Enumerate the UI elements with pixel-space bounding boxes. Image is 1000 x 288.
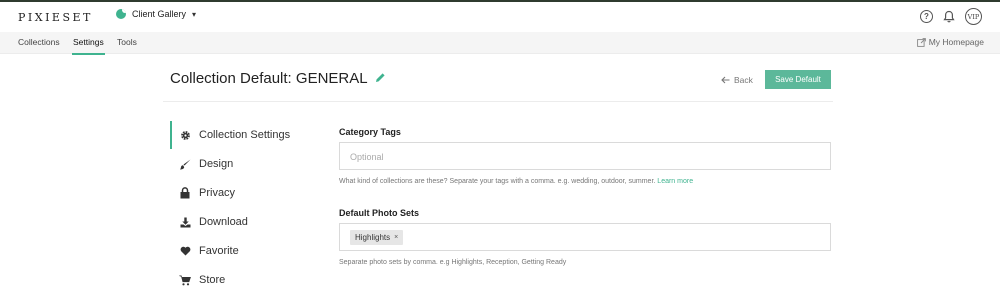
- save-default-button[interactable]: Save Default: [765, 70, 831, 89]
- sidebar-item-download[interactable]: Download: [170, 208, 310, 236]
- category-tags-help: What kind of collections are these? Sepa…: [339, 178, 693, 185]
- heart-icon: [179, 246, 191, 256]
- sub-navigation: Collections Settings Tools My Homepage: [0, 32, 1000, 55]
- help-icon[interactable]: ?: [920, 10, 933, 23]
- page-title-text: Collection Default: GENERAL: [170, 70, 368, 87]
- app-switcher-label: Client Gallery: [132, 9, 187, 19]
- learn-more-link[interactable]: Learn more: [657, 178, 693, 185]
- back-label: Back: [734, 75, 753, 85]
- sidebar-item-favorite[interactable]: Favorite: [170, 237, 310, 265]
- client-gallery-icon: [116, 9, 126, 19]
- back-button[interactable]: Back: [721, 75, 753, 85]
- photo-sets-help: Separate photo sets by comma. e.g Highli…: [339, 259, 567, 266]
- bell-icon[interactable]: [943, 10, 955, 23]
- sidebar-item-store[interactable]: Store: [170, 266, 310, 288]
- category-tags-placeholder: Optional: [350, 152, 384, 162]
- sidebar-item-label: Store: [199, 274, 226, 286]
- download-icon: [179, 217, 191, 228]
- external-link-icon: [916, 37, 926, 47]
- app-switcher[interactable]: Client Gallery ▾: [116, 9, 196, 19]
- vip-badge[interactable]: VIP: [965, 8, 982, 25]
- photo-sets-input[interactable]: Highlights ×: [339, 223, 831, 251]
- chevron-down-icon: ▾: [192, 9, 197, 19]
- photo-set-chip: Highlights ×: [350, 230, 404, 245]
- sidebar-item-label: Privacy: [199, 187, 236, 199]
- chip-label: Highlights: [355, 233, 391, 242]
- sidebar-item-collection-settings[interactable]: Collection Settings: [170, 121, 310, 149]
- pencil-icon[interactable]: [375, 70, 386, 87]
- cart-icon: [179, 275, 191, 286]
- default-photo-sets-label: Default Photo Sets: [339, 208, 420, 218]
- lock-icon: [179, 187, 191, 199]
- page-title: Collection Default: GENERAL: [170, 70, 386, 87]
- arrow-left-icon: [721, 76, 730, 84]
- sidebar-item-label: Download: [199, 216, 248, 228]
- logo[interactable]: PIXIESET: [18, 11, 93, 24]
- category-tags-help-text: What kind of collections are these? Sepa…: [339, 178, 656, 185]
- tab-collections[interactable]: Collections: [18, 37, 60, 47]
- gear-icon: [179, 130, 191, 141]
- sidebar-item-label: Collection Settings: [199, 129, 291, 141]
- category-tags-input[interactable]: Optional: [339, 142, 831, 170]
- remove-chip-icon[interactable]: ×: [394, 234, 398, 241]
- sidebar-item-design[interactable]: Design: [170, 150, 310, 178]
- sidebar-item-label: Design: [199, 158, 234, 170]
- tab-tools[interactable]: Tools: [117, 37, 137, 47]
- category-tags-label: Category Tags: [339, 127, 401, 137]
- tab-settings[interactable]: Settings: [72, 37, 105, 55]
- sidebar-item-privacy[interactable]: Privacy: [170, 179, 310, 207]
- sidebar-item-label: Favorite: [199, 245, 239, 257]
- divider: [163, 101, 833, 102]
- my-homepage-link[interactable]: My Homepage: [916, 37, 984, 47]
- my-homepage-label: My Homepage: [928, 37, 984, 47]
- brush-icon: [179, 159, 191, 170]
- top-icons: ? VIP: [920, 8, 982, 25]
- top-bar: PIXIESET Client Gallery ▾ ? VIP: [0, 0, 1000, 32]
